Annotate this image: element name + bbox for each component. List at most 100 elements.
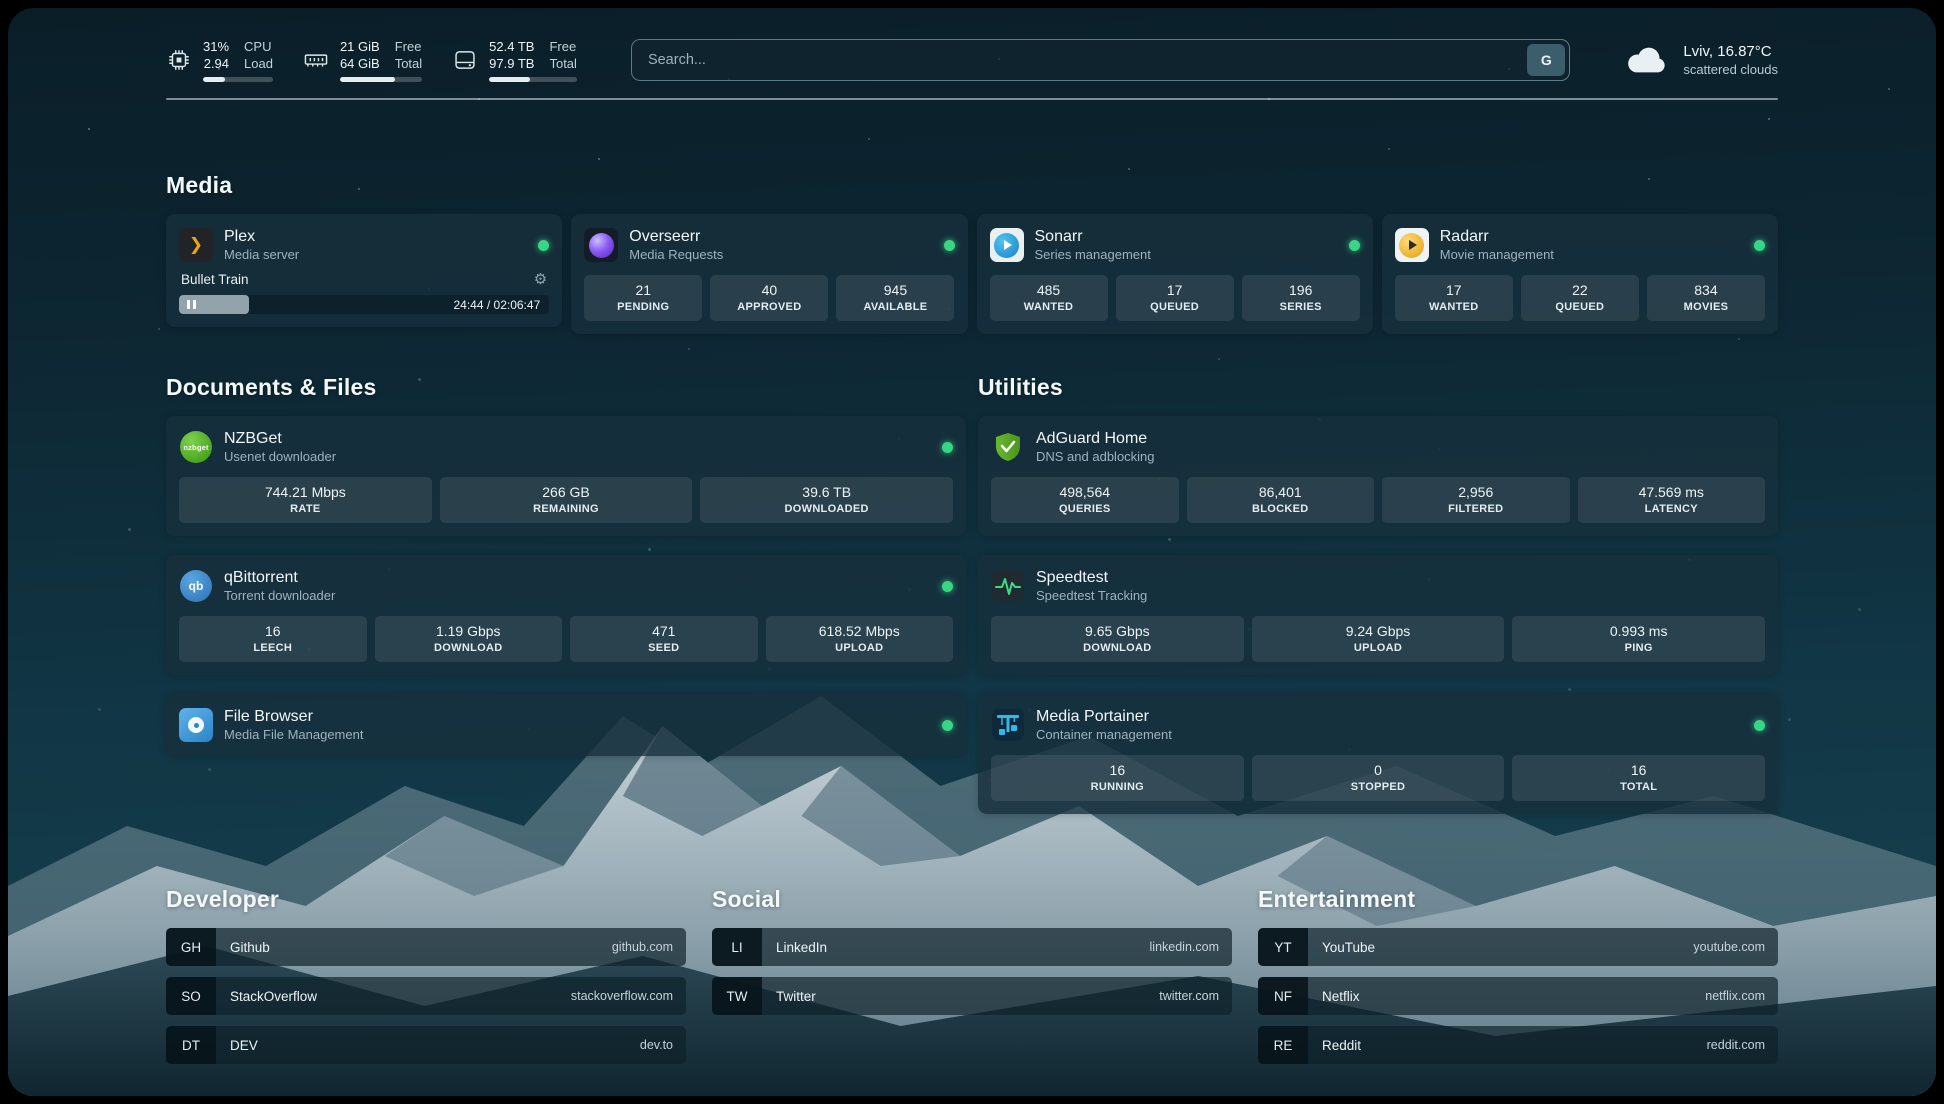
service-name: Radarr xyxy=(1440,227,1554,247)
bookmark-abbr: RE xyxy=(1258,1026,1308,1064)
stat-value: 16 xyxy=(995,762,1240,779)
status-indicator xyxy=(1349,240,1360,251)
bookmark-link[interactable]: TW Twitter twitter.com xyxy=(712,977,1232,1015)
bookmark-link[interactable]: NF Netflix netflix.com xyxy=(1258,977,1778,1015)
stat-box: 945 AVAILABLE xyxy=(836,275,954,321)
weather-condition: scattered clouds xyxy=(1683,62,1778,77)
plex-icon: ❯ xyxy=(179,228,213,262)
adguard-shield-icon xyxy=(991,430,1025,464)
service-subtitle: Speedtest Tracking xyxy=(1036,588,1147,604)
stat-label: PING xyxy=(1516,641,1761,655)
service-subtitle: DNS and adblocking xyxy=(1036,449,1155,465)
playback-progress-bar[interactable]: 24:44 / 02:06:47 xyxy=(179,295,549,314)
status-indicator xyxy=(1754,240,1765,251)
weather-location: Lviv, 16.87°C xyxy=(1683,43,1778,60)
memory-icon xyxy=(303,47,329,73)
service-card-portainer[interactable]: Media Portainer Container management 16 … xyxy=(978,694,1778,814)
service-subtitle: Torrent downloader xyxy=(224,588,335,604)
disk-progress-bar xyxy=(489,77,577,82)
status-indicator xyxy=(942,442,953,453)
bookmark-name: YouTube xyxy=(1308,928,1375,966)
service-card-overseerr[interactable]: Overseerr Media Requests 21 PENDING xyxy=(571,214,967,334)
stat-label: LEECH xyxy=(183,641,363,655)
stat-label: AVAILABLE xyxy=(840,300,950,314)
search-bar: G xyxy=(631,39,1570,81)
bookmark-link[interactable]: GH Github github.com xyxy=(166,928,686,966)
memory-total-label: Total xyxy=(395,55,422,72)
bookmark-link[interactable]: LI LinkedIn linkedin.com xyxy=(712,928,1232,966)
memory-progress-bar xyxy=(340,77,422,82)
stat-label: QUERIES xyxy=(995,502,1175,516)
disk-free-label: Free xyxy=(549,38,576,55)
stat-box: 0.993 ms PING xyxy=(1512,616,1765,662)
stat-value: 834 xyxy=(1651,282,1761,299)
bookmark-domain: github.com xyxy=(612,928,686,966)
status-indicator xyxy=(944,240,955,251)
service-subtitle: Container management xyxy=(1036,727,1172,743)
playback-time: 24:44 / 02:06:47 xyxy=(454,298,541,312)
service-name: qBittorrent xyxy=(224,568,335,588)
stat-box: 17 WANTED xyxy=(1395,275,1513,321)
bookmark-domain: linkedin.com xyxy=(1150,928,1232,966)
section-title-developer: Developer xyxy=(166,886,686,913)
service-card-sonarr[interactable]: Sonarr Series management 485 WANTED xyxy=(977,214,1373,334)
plex-chevron-glyph: ❯ xyxy=(189,235,203,255)
stat-label: WANTED xyxy=(994,300,1104,314)
disk-widget: 52.4 TB 97.9 TB Free Total xyxy=(452,38,577,82)
radarr-icon xyxy=(1395,228,1429,262)
bookmark-name: DEV xyxy=(216,1026,258,1064)
disk-progress-fill xyxy=(489,77,529,82)
stat-box: 16 LEECH xyxy=(179,616,367,662)
section-title-utilities: Utilities xyxy=(978,374,1778,401)
memory-total-value: 64 GiB xyxy=(340,55,380,72)
section-utilities: Utilities xyxy=(978,374,1778,814)
service-name: Speedtest xyxy=(1036,568,1147,588)
qbittorrent-logo-text: qb xyxy=(189,579,204,593)
bookmark-name: StackOverflow xyxy=(216,977,317,1015)
service-card-nzbget[interactable]: nzbget NZBGet Usenet downloader xyxy=(166,416,966,536)
disk-total-label: Total xyxy=(549,55,576,72)
service-card-speedtest[interactable]: Speedtest Speedtest Tracking 9.65 Gbps D… xyxy=(978,555,1778,675)
stat-value: 0 xyxy=(1256,762,1501,779)
service-card-radarr[interactable]: Radarr Movie management 17 WANTED xyxy=(1382,214,1778,334)
bookmark-link[interactable]: DT DEV dev.to xyxy=(166,1026,686,1064)
bookmark-link[interactable]: SO StackOverflow stackoverflow.com xyxy=(166,977,686,1015)
stat-box: 9.65 Gbps DOWNLOAD xyxy=(991,616,1244,662)
nzbget-icon: nzbget xyxy=(179,430,213,464)
stat-box: 834 MOVIES xyxy=(1647,275,1765,321)
stat-value: 17 xyxy=(1120,282,1230,299)
status-indicator xyxy=(538,240,549,251)
stat-box: 485 WANTED xyxy=(990,275,1108,321)
stat-box: 17 QUEUED xyxy=(1116,275,1234,321)
pause-icon[interactable] xyxy=(187,300,196,309)
section-title-documents: Documents & Files xyxy=(166,374,966,401)
cpu-progress-bar xyxy=(203,77,273,82)
service-name: AdGuard Home xyxy=(1036,429,1155,449)
stat-label: PENDING xyxy=(588,300,698,314)
stat-label: TOTAL xyxy=(1516,780,1761,794)
stat-value: 22 xyxy=(1525,282,1635,299)
bookmark-domain: dev.to xyxy=(640,1026,686,1064)
bookmark-link[interactable]: YT YouTube youtube.com xyxy=(1258,928,1778,966)
gear-icon[interactable]: ⚙ xyxy=(534,272,547,287)
service-card-plex[interactable]: ❯ Plex Media server Bullet Train ⚙ xyxy=(166,214,562,327)
status-indicator xyxy=(942,720,953,731)
bookmark-name: LinkedIn xyxy=(762,928,827,966)
search-provider-button[interactable]: G xyxy=(1527,44,1565,76)
service-subtitle: Media File Management xyxy=(224,727,363,743)
service-card-filebrowser[interactable]: File Browser Media File Management xyxy=(166,694,966,756)
cpu-load-value: 2.94 xyxy=(204,55,229,72)
stat-label: LATENCY xyxy=(1582,502,1762,516)
bookmark-abbr: NF xyxy=(1258,977,1308,1015)
stat-value: 16 xyxy=(183,623,363,640)
weather-widget: Lviv, 16.87°C scattered clouds xyxy=(1624,43,1778,77)
bookmark-link[interactable]: RE Reddit reddit.com xyxy=(1258,1026,1778,1064)
service-card-qbittorrent[interactable]: qb qBittorrent Torrent downloader xyxy=(166,555,966,675)
service-card-adguard[interactable]: AdGuard Home DNS and adblocking 498,564 … xyxy=(978,416,1778,536)
speedtest-icon xyxy=(991,569,1025,603)
memory-free-label: Free xyxy=(395,38,422,55)
section-media: Media ❯ Plex Media server Bulle xyxy=(166,172,1778,334)
section-title-entertainment: Entertainment xyxy=(1258,886,1778,913)
search-input[interactable] xyxy=(631,39,1570,81)
service-subtitle: Media server xyxy=(224,247,299,263)
